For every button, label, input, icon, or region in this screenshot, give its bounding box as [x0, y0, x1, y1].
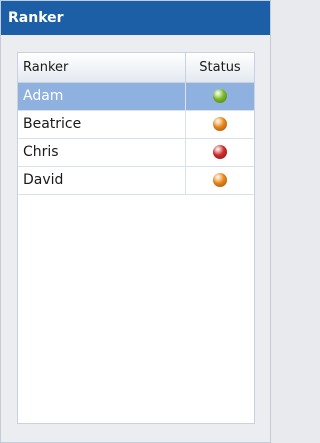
- row-status: [186, 83, 254, 110]
- table-row[interactable]: David: [18, 167, 254, 195]
- status-orange-icon: [213, 173, 227, 187]
- row-status: [186, 111, 254, 138]
- ranker-panel: Ranker Ranker Status Adam Beatrice Chris…: [0, 0, 271, 443]
- row-name: David: [18, 167, 186, 194]
- row-name: Adam: [18, 83, 186, 110]
- row-status: [186, 167, 254, 194]
- status-red-icon: [213, 145, 227, 159]
- grid-header: Ranker Status: [18, 53, 254, 83]
- status-orange-icon: [213, 117, 227, 131]
- row-name: Beatrice: [18, 111, 186, 138]
- column-header-ranker[interactable]: Ranker: [18, 53, 186, 82]
- table-row[interactable]: Beatrice: [18, 111, 254, 139]
- row-status: [186, 139, 254, 166]
- row-name: Chris: [18, 139, 186, 166]
- ranker-grid: Ranker Status Adam Beatrice Chris David: [17, 52, 255, 424]
- column-header-status[interactable]: Status: [186, 53, 254, 82]
- status-green-icon: [213, 89, 227, 103]
- table-row[interactable]: Chris: [18, 139, 254, 167]
- panel-title: Ranker: [1, 1, 270, 35]
- table-row[interactable]: Adam: [18, 83, 254, 111]
